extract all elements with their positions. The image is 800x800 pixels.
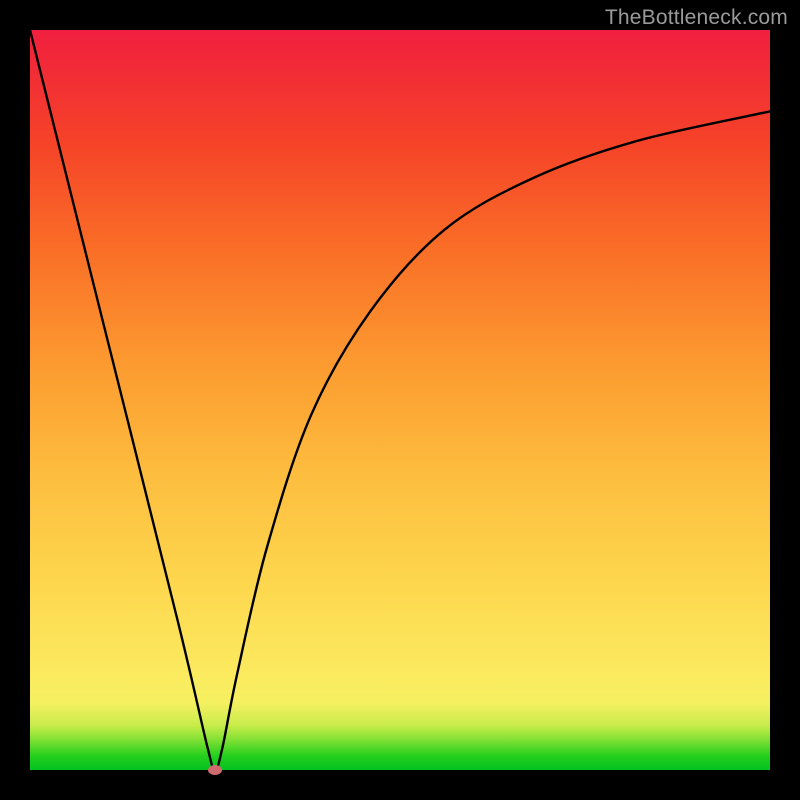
min-marker	[208, 765, 222, 775]
bottleneck-curve	[30, 30, 770, 770]
plot-area	[30, 30, 770, 770]
chart-frame: TheBottleneck.com	[0, 0, 800, 800]
watermark-text: TheBottleneck.com	[605, 6, 788, 30]
